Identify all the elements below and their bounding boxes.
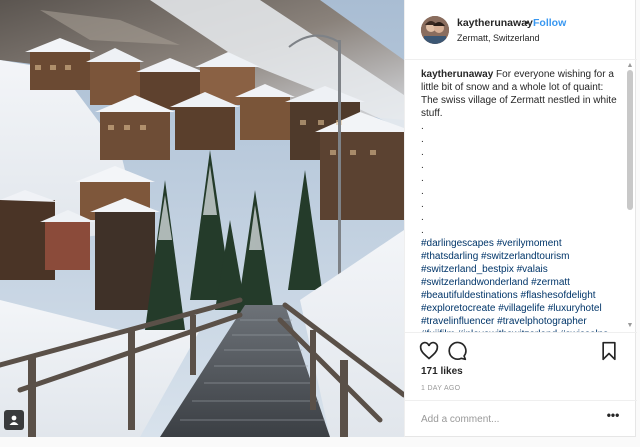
- post-location[interactable]: Zermatt, Switzerland: [457, 33, 540, 43]
- likes-count[interactable]: 171 likes: [421, 366, 463, 377]
- scroll-up-arrow-icon[interactable]: ▲: [625, 62, 635, 70]
- caption-dot-line: .: [421, 121, 424, 132]
- caption-username[interactable]: kaytherunaway: [421, 69, 493, 80]
- hashtag-link[interactable]: #exploretocreate #villagelife #luxuryhot…: [421, 303, 602, 314]
- hashtag-line: #beautifuldestinations #flashesofdelight: [421, 289, 617, 302]
- follow-button[interactable]: Follow: [533, 17, 566, 29]
- hashtag-link[interactable]: #darlingescapes #verilymoment: [421, 238, 562, 249]
- user-tag-icon: [9, 415, 19, 425]
- bookmark-icon: [602, 341, 616, 361]
- hashtag-line: #switzerland_bestpix #valais: [421, 263, 617, 276]
- comment-input[interactable]: [421, 411, 597, 427]
- caption-dot-line: .: [421, 134, 424, 145]
- hashtag-link[interactable]: #thatsdarling #switzerlandtourism: [421, 251, 569, 262]
- hashtag-line: #darlingescapes #verilymoment: [421, 237, 617, 250]
- scroll-down-arrow-icon[interactable]: ▼: [625, 322, 635, 330]
- comment-bar: •••: [405, 400, 637, 437]
- hashtag-line: #travelinfluencer #travelphotographer: [421, 315, 617, 328]
- caption-dot-line: .: [421, 147, 424, 158]
- hashtag-link[interactable]: #switzerlandwonderland #zermatt: [421, 277, 570, 288]
- caption-hashtags: #darlingescapes #verilymoment #thatsdarli…: [421, 237, 617, 332]
- hashtag-link[interactable]: #beautifuldestinations #flashesofdelight: [421, 290, 596, 301]
- caption-dot-line: .: [421, 212, 424, 223]
- comment-button[interactable]: [447, 341, 467, 361]
- avatar-image: [421, 16, 449, 44]
- caption-scrollbar[interactable]: ▲ ▼: [625, 60, 635, 332]
- avatar[interactable]: [421, 16, 449, 44]
- caption: kaytherunaway For everyone wishing for a…: [421, 68, 617, 332]
- post-username[interactable]: kaytherunaway: [457, 17, 533, 29]
- caption-area[interactable]: kaytherunaway For everyone wishing for a…: [405, 60, 637, 332]
- hashtag-link[interactable]: #switzerland_bestpix #valais: [421, 264, 548, 275]
- scroll-thumb[interactable]: [627, 70, 633, 210]
- comment-bubble-icon: [448, 341, 467, 361]
- save-button[interactable]: [599, 341, 619, 361]
- caption-dot-line: .: [421, 225, 424, 236]
- header-separator: •: [525, 17, 529, 29]
- caption-dots: .........: [421, 120, 617, 237]
- like-button[interactable]: [419, 341, 439, 361]
- caption-dot-line: .: [421, 186, 424, 197]
- hashtag-link[interactable]: #travelinfluencer #travelphotographer: [421, 316, 587, 327]
- tag-user-button[interactable]: [4, 410, 24, 430]
- caption-dot-line: .: [421, 173, 424, 184]
- zermatt-village-photo: [0, 0, 404, 437]
- instagram-post-window: kaytherunaway • Follow Zermatt, Switzerl…: [0, 0, 640, 447]
- post-photo[interactable]: [0, 0, 404, 437]
- hashtag-line: #thatsdarling #switzerlandtourism: [421, 250, 617, 263]
- caption-dot-line: .: [421, 199, 424, 210]
- hashtag-line: #switzerlandwonderland #zermatt: [421, 276, 617, 289]
- post-header: kaytherunaway • Follow Zermatt, Switzerl…: [405, 0, 637, 60]
- post-side-panel: kaytherunaway • Follow Zermatt, Switzerl…: [404, 0, 637, 437]
- hashtag-line: #exploretocreate #villagelife #luxuryhot…: [421, 302, 617, 315]
- post-timestamp: 1 DAY AGO: [421, 385, 461, 392]
- heart-icon: [419, 341, 439, 360]
- caption-dot-line: .: [421, 160, 424, 171]
- more-options-button[interactable]: •••: [605, 409, 621, 425]
